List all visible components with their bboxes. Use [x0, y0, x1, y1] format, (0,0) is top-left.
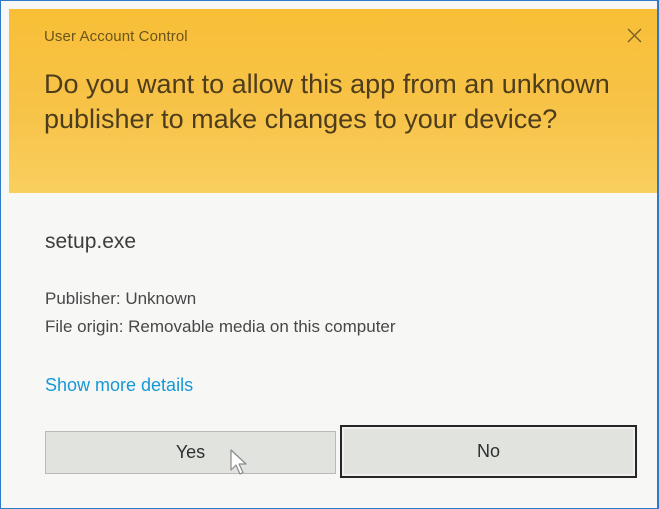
no-button[interactable]: No — [340, 425, 637, 478]
close-button[interactable] — [615, 18, 653, 52]
show-more-details-link[interactable]: Show more details — [45, 375, 193, 396]
mouse-cursor-icon — [230, 449, 247, 475]
file-origin-label: File origin: Removable media on this com… — [45, 317, 396, 336]
dialog-title: User Account Control — [44, 28, 188, 45]
uac-header: User Account Control Do you want to allo… — [9, 9, 657, 193]
yes-button[interactable]: Yes — [45, 431, 336, 474]
program-name: setup.exe — [45, 230, 137, 253]
uac-dialog: User Account Control Do you want to allo… — [0, 0, 659, 509]
publisher-label: Publisher: Unknown — [45, 289, 197, 308]
close-icon — [627, 28, 641, 42]
uac-question: Do you want to allow this app from an un… — [44, 69, 610, 134]
